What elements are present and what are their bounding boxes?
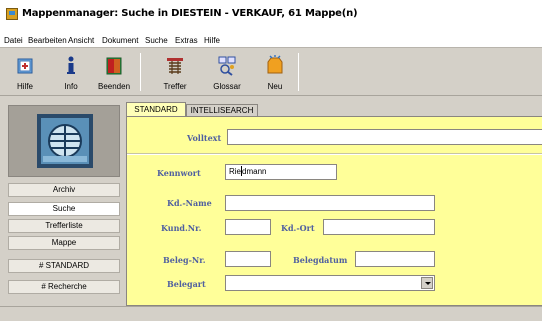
- sidebar-item-standard[interactable]: # STANDARD: [8, 259, 120, 273]
- belegnr-label: Beleg-Nr.: [163, 255, 206, 265]
- form-divider: [127, 153, 542, 155]
- exit-door-icon: [106, 57, 122, 75]
- sidebar-item-archiv[interactable]: Archiv: [8, 183, 120, 197]
- title-bar: Mappenmanager: Suche in DIESTEIN - VERKA…: [0, 0, 542, 34]
- glossary-button[interactable]: Glossar: [210, 52, 244, 94]
- menu-bar: Datei Bearbeiten Ansicht Dokument Suche …: [0, 34, 542, 48]
- menu-bearbeiten[interactable]: Bearbeiten: [28, 36, 67, 45]
- kennwort-label: Kennwort: [157, 168, 201, 178]
- belegart-label: Belegart: [167, 279, 206, 289]
- toolbar: Hilfe Info Beenden Treffer Glossar Neu: [0, 49, 542, 96]
- help-button-label: Hilfe: [16, 82, 33, 91]
- sidebar-item-mappe[interactable]: Mappe: [8, 236, 120, 250]
- kundnr-label: Kund.Nr.: [161, 223, 202, 233]
- menu-extras[interactable]: Extras: [175, 36, 198, 45]
- app-logo-icon: [37, 114, 93, 168]
- info-icon: [67, 56, 75, 74]
- info-button-label: Info: [64, 82, 78, 91]
- sidebar-item-recherche[interactable]: # Recherche: [8, 280, 120, 294]
- glossary-icon: [218, 56, 236, 76]
- sidebar-item-suche[interactable]: Suche: [8, 202, 120, 216]
- logo-panel: [8, 105, 120, 177]
- search-form-panel: Volltext Kennwort Riedmann Kd.-Name Kund…: [126, 116, 542, 306]
- belegdatum-field[interactable]: [355, 251, 435, 267]
- belegart-select[interactable]: [225, 275, 435, 291]
- kennwort-field[interactable]: Riedmann: [225, 164, 337, 180]
- tab-standard[interactable]: STANDARD: [126, 102, 186, 116]
- menu-suche[interactable]: Suche: [145, 36, 168, 45]
- new-button[interactable]: Neu: [258, 52, 292, 94]
- kdort-label: Kd.-Ort: [281, 223, 315, 233]
- toolbar-separator: [298, 53, 299, 91]
- hits-list-icon: [167, 58, 183, 74]
- kdort-field[interactable]: [323, 219, 435, 235]
- kundnr-field[interactable]: [225, 219, 271, 235]
- window-title: Mappenmanager: Suche in DIESTEIN - VERKA…: [22, 8, 358, 19]
- sidebar: Archiv Suche Trefferliste Mappe # STANDA…: [8, 99, 120, 305]
- hits-button[interactable]: Treffer: [158, 52, 192, 94]
- tab-intellisearch[interactable]: INTELLISEARCH: [186, 104, 258, 116]
- volltext-label: Volltext: [187, 133, 222, 143]
- chevron-down-icon[interactable]: [421, 277, 433, 289]
- toolbar-separator: [140, 53, 141, 91]
- help-button[interactable]: Hilfe: [8, 52, 42, 94]
- kennwort-text-before-caret: Rie: [229, 167, 242, 176]
- kdname-label: Kd.-Name: [167, 198, 212, 208]
- glossary-button-label: Glossar: [213, 82, 241, 91]
- menu-ansicht[interactable]: Ansicht: [68, 36, 94, 45]
- kdname-field[interactable]: [225, 195, 435, 211]
- hits-button-label: Treffer: [163, 82, 187, 91]
- menu-hilfe[interactable]: Hilfe: [204, 36, 220, 45]
- kennwort-text-after-caret: dmann: [242, 167, 267, 176]
- volltext-field[interactable]: [227, 129, 542, 145]
- belegdatum-label: Belegdatum: [293, 255, 348, 265]
- status-bar: [0, 306, 542, 321]
- exit-button-label: Beenden: [97, 82, 131, 91]
- belegnr-field[interactable]: [225, 251, 271, 267]
- exit-button[interactable]: Beenden: [97, 52, 131, 94]
- info-button[interactable]: Info: [54, 52, 88, 94]
- app-window-icon: [6, 8, 18, 20]
- help-book-icon: [17, 58, 33, 74]
- new-button-label: Neu: [267, 82, 283, 91]
- sidebar-item-trefferliste[interactable]: Trefferliste: [8, 219, 120, 233]
- menu-datei[interactable]: Datei: [4, 36, 23, 45]
- new-icon: [267, 55, 283, 74]
- menu-dokument[interactable]: Dokument: [102, 36, 138, 45]
